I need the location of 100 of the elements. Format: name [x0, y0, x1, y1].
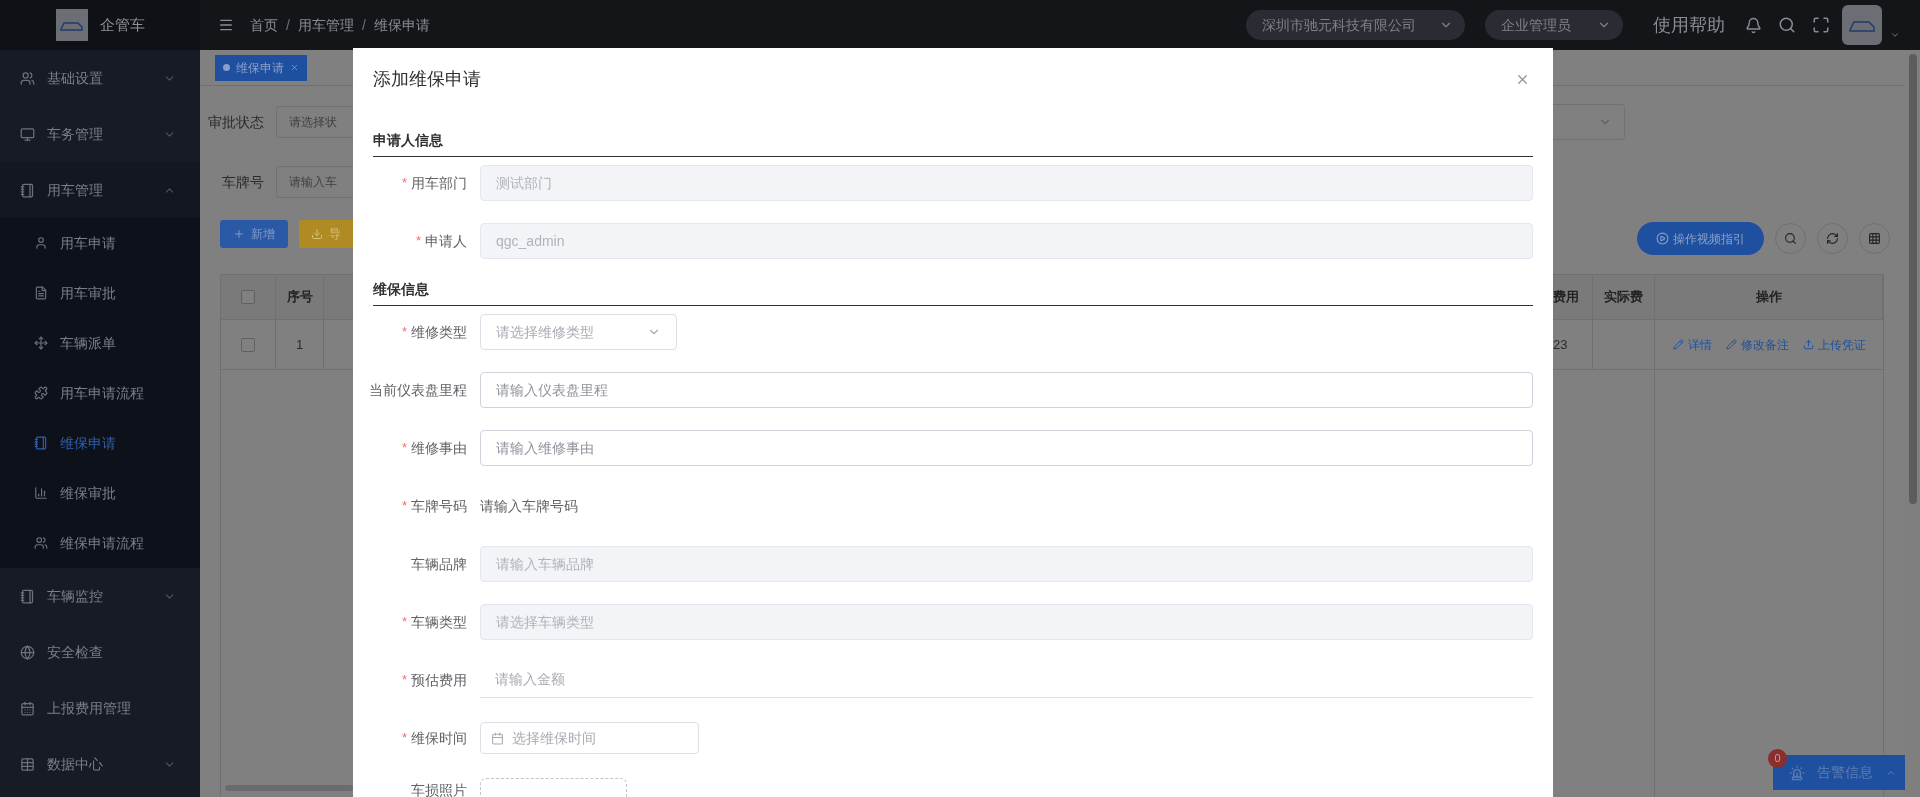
- required-mark: *: [401, 322, 407, 341]
- section-title: 申请人信息: [373, 130, 1533, 157]
- checkbox[interactable]: [241, 337, 255, 352]
- select-field[interactable]: 请选择维修类型: [480, 314, 677, 350]
- menu-item[interactable]: 数据中心: [0, 736, 200, 792]
- field-label: 申请人: [425, 231, 467, 251]
- page-tab[interactable]: 维保申请: [215, 54, 307, 81]
- field-label: 车损照片: [411, 781, 467, 797]
- add-button[interactable]: 新增: [220, 220, 288, 248]
- alert-count-badge: 0: [1768, 749, 1787, 768]
- move-icon: [34, 336, 48, 350]
- dialog-title: 添加维保申请: [373, 67, 482, 91]
- pencil-icon: [1672, 339, 1684, 350]
- refresh-icon: [1826, 232, 1839, 245]
- users-icon: [34, 536, 48, 550]
- avatar-icon[interactable]: [1842, 5, 1882, 45]
- field-label: 预估费用: [411, 670, 467, 690]
- puzzle-icon: [34, 386, 48, 400]
- brand-name: 企管车: [100, 14, 145, 35]
- bar-chart-icon: [34, 486, 48, 500]
- submenu-item[interactable]: 维保申请: [0, 418, 200, 468]
- table-cell: 1: [276, 320, 324, 369]
- search-icon: [1784, 232, 1797, 245]
- menu-item[interactable]: 安全检查: [0, 624, 200, 680]
- menu-item[interactable]: 车辆监控: [0, 568, 200, 624]
- pencil-icon: [1725, 339, 1737, 350]
- download-icon: [311, 228, 323, 240]
- column-header: 实际费: [1593, 275, 1655, 319]
- action-link[interactable]: 修改备注: [1725, 335, 1789, 354]
- required-mark: *: [401, 612, 407, 631]
- required-mark: *: [401, 496, 407, 515]
- menu-item[interactable]: 基础设置: [0, 50, 200, 106]
- breadcrumb-item[interactable]: 用车管理: [297, 14, 354, 36]
- field-label: 维修事由: [411, 438, 467, 458]
- horizontal-scrollbar[interactable]: [225, 785, 353, 791]
- breadcrumb-item: 维保申请: [373, 15, 430, 35]
- user-icon: [34, 236, 48, 250]
- export-button[interactable]: 导: [299, 220, 353, 248]
- logo-icon: [56, 9, 88, 41]
- notebook-icon: [34, 436, 48, 450]
- column-header: 操作: [1655, 275, 1883, 319]
- section-title: 维保信息: [373, 279, 1533, 306]
- input-field[interactable]: 请输入金额: [480, 662, 1533, 698]
- submenu-item[interactable]: 用车申请流程: [0, 368, 200, 418]
- menu-item[interactable]: 上报费用管理: [0, 680, 200, 736]
- field-label: 当前仪表盘里程: [369, 380, 467, 400]
- submenu-item[interactable]: 车辆派单: [0, 318, 200, 368]
- video-guide-button[interactable]: 操作视频指引: [1637, 222, 1764, 255]
- field-label: 车辆品牌: [411, 554, 467, 574]
- globe-icon: [20, 644, 35, 660]
- caret-icon[interactable]: [1890, 30, 1900, 40]
- notebook-icon: [20, 588, 35, 604]
- input-field[interactable]: 请输入维修事由: [480, 430, 1533, 466]
- submenu-item[interactable]: 用车申请: [0, 218, 200, 268]
- play-icon: [1656, 232, 1669, 245]
- plus-icon: [233, 228, 245, 240]
- date-field[interactable]: 选择维保时间: [480, 722, 699, 754]
- required-mark: *: [401, 438, 407, 457]
- filter-label: 车牌号: [221, 172, 265, 192]
- submenu-item[interactable]: 维保申请流程: [0, 518, 200, 568]
- users-icon: [20, 70, 35, 86]
- alarm-icon: [1789, 764, 1805, 781]
- field-value: 请输入车牌号码: [480, 496, 578, 516]
- submenu-item[interactable]: 维保审批: [0, 468, 200, 518]
- breadcrumb-separator: /: [286, 15, 290, 35]
- input-field[interactable]: 请输入仪表盘里程: [480, 372, 1533, 408]
- calendar-icon: [491, 731, 504, 745]
- monitor-icon: [20, 126, 35, 142]
- required-mark: *: [415, 231, 421, 250]
- field-label: 维保时间: [411, 728, 467, 748]
- table-icon: [20, 756, 35, 772]
- required-mark: *: [401, 173, 407, 192]
- action-link[interactable]: 上传凭证: [1802, 335, 1866, 354]
- breadcrumb-item[interactable]: 首页: [250, 14, 278, 36]
- field-label: 车牌号码: [411, 496, 467, 516]
- bell-icon[interactable]: [1745, 16, 1762, 34]
- role-select[interactable]: 企业管理员: [1485, 10, 1623, 40]
- document-icon: [34, 286, 48, 300]
- column-header: 序号: [276, 275, 324, 319]
- filter-label: 审批状态: [207, 112, 265, 132]
- menu-item[interactable]: 用车管理: [0, 162, 200, 218]
- field-label: 维修类型: [411, 322, 467, 342]
- fullscreen-icon[interactable]: [1812, 16, 1830, 34]
- menu-item[interactable]: 车务管理: [0, 106, 200, 162]
- field-label: 车辆类型: [411, 612, 467, 632]
- field-label: 用车部门: [411, 173, 467, 193]
- required-mark: *: [401, 670, 407, 689]
- action-link[interactable]: 详情: [1672, 335, 1712, 354]
- checkbox[interactable]: [241, 290, 255, 304]
- close-icon[interactable]: [290, 63, 299, 72]
- calendar-icon: [20, 700, 35, 716]
- notebook-icon: [20, 182, 35, 198]
- menu-icon[interactable]: [218, 17, 234, 33]
- breadcrumb-separator: /: [361, 15, 366, 35]
- help-link[interactable]: 使用帮助: [1653, 11, 1725, 39]
- search-icon[interactable]: [1778, 16, 1796, 34]
- required-mark: *: [401, 728, 407, 747]
- company-select[interactable]: 深圳市驰元科技有限公司: [1246, 10, 1465, 40]
- submenu-item[interactable]: 用车审批: [0, 268, 200, 318]
- upload-icon: [1802, 339, 1814, 350]
